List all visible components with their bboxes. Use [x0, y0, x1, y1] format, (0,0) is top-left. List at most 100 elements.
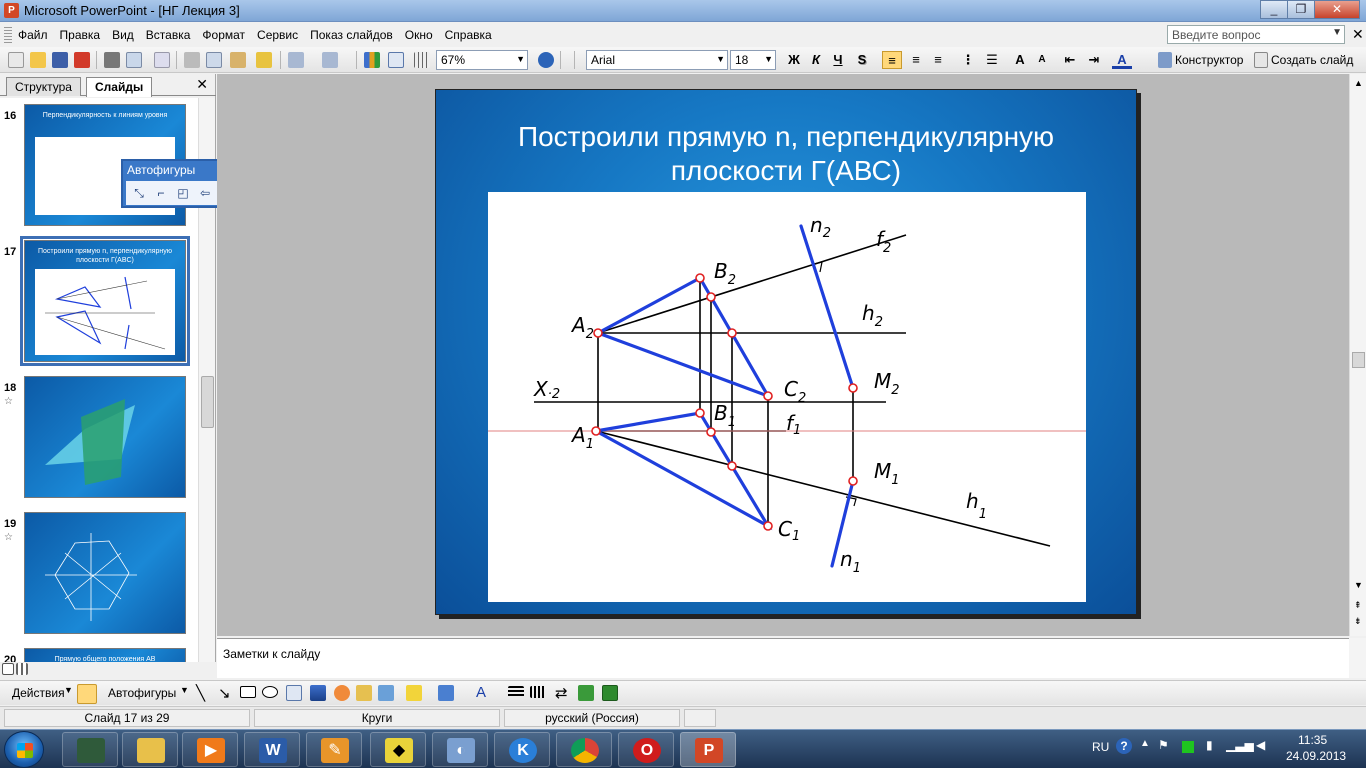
slide-17[interactable]: Построили прямую n, перпендикулярную пло… — [435, 89, 1137, 615]
scroll-down-icon[interactable]: ▼ — [1354, 580, 1363, 590]
textbox-tool-icon[interactable] — [286, 685, 302, 701]
italic-button[interactable]: К — [806, 51, 826, 69]
tray-date[interactable]: 24.09.2013 — [1286, 749, 1346, 763]
slide-sorter-icon[interactable] — [16, 663, 28, 675]
help-icon[interactable] — [538, 52, 554, 68]
tray-signal-icon[interactable]: ▁▃▅ — [1226, 738, 1254, 752]
picture-tool-icon[interactable] — [378, 685, 394, 701]
menu-slideshow[interactable]: Показ слайдов — [304, 24, 399, 46]
taskbar-app-chrome[interactable] — [556, 732, 612, 767]
tray-time[interactable]: 11:35 — [1298, 733, 1327, 747]
insert-table-icon[interactable] — [388, 52, 404, 68]
paste-icon[interactable] — [230, 52, 246, 68]
decrease-font-button[interactable]: A — [1032, 51, 1052, 69]
powerpoint-app-icon[interactable]: P — [4, 3, 19, 18]
line-style-icon[interactable] — [508, 686, 524, 698]
point-m2[interactable] — [848, 383, 858, 393]
autoshapes-menu[interactable]: Автофигуры — [108, 686, 176, 700]
menu-file[interactable]: Файл — [12, 24, 54, 46]
align-center-button[interactable]: ≡ — [906, 51, 926, 69]
slide-thumbnail-18[interactable] — [24, 376, 186, 498]
taskbar-app-k[interactable]: K — [494, 732, 550, 767]
align-right-button[interactable]: ≡ — [928, 51, 948, 69]
lines-icon[interactable]: ⤡ — [128, 183, 150, 203]
line-tool-icon[interactable]: ╲ — [196, 684, 205, 702]
taskbar-app-word[interactable]: W — [244, 732, 300, 767]
slide-editing-area[interactable]: Построили прямую n, перпендикулярную пло… — [217, 74, 1349, 636]
chevron-down-icon[interactable]: ▼ — [180, 685, 189, 695]
insert-chart-icon[interactable] — [364, 52, 380, 68]
taskbar-app-monitor[interactable] — [62, 732, 118, 767]
taskbar-app-drawing[interactable]: ✎ — [306, 732, 362, 767]
menu-grip-icon[interactable] — [4, 26, 12, 43]
point-c1[interactable] — [763, 521, 773, 531]
help-search-input[interactable]: Введите вопрос ▼ — [1167, 25, 1345, 44]
taskbar-app-media-player[interactable]: ▶ — [182, 732, 238, 767]
select-pointer-icon[interactable] — [77, 684, 97, 704]
scrollbar-thumb[interactable] — [201, 376, 214, 428]
print-icon[interactable] — [104, 52, 120, 68]
open-folder-icon[interactable] — [30, 52, 46, 68]
point-b1[interactable] — [695, 408, 705, 418]
print-preview-icon[interactable] — [126, 52, 142, 68]
menu-window[interactable]: Окно — [399, 24, 439, 46]
panel-close-icon[interactable]: ✕ — [196, 76, 208, 93]
chevron-down-icon[interactable]: ▼ — [716, 54, 725, 64]
redo-icon[interactable] — [322, 52, 338, 68]
new-slide-button[interactable]: Создать слайд — [1271, 53, 1353, 67]
underline-button[interactable]: Ч — [828, 51, 848, 69]
fill-color-icon[interactable] — [406, 685, 422, 701]
taskbar-app-batman[interactable]: ◆ — [370, 732, 426, 767]
point-h1bc[interactable] — [727, 461, 737, 471]
point-f2b2[interactable] — [706, 292, 716, 302]
cut-icon[interactable] — [184, 52, 200, 68]
connectors-icon[interactable]: ⌐ — [150, 183, 172, 203]
maximize-button[interactable]: ❐ — [1287, 0, 1315, 19]
tray-volume-icon[interactable]: ◀ — [1256, 738, 1265, 752]
designer-icon[interactable] — [1158, 52, 1172, 68]
point-a1[interactable] — [591, 426, 601, 436]
slide-thumbnail-17[interactable]: Построили прямую n, перпендикулярную пло… — [20, 236, 190, 366]
tray-network-icon[interactable]: ⚑ — [1158, 738, 1169, 752]
menu-view[interactable]: Вид — [106, 24, 140, 46]
new-document-icon[interactable] — [8, 52, 24, 68]
status-design-template[interactable]: Круги — [254, 709, 500, 727]
autoshapes-title[interactable]: Автофигуры — [127, 163, 195, 177]
grid-icon[interactable] — [414, 52, 430, 68]
point-c2[interactable] — [763, 391, 773, 401]
menu-edit[interactable]: Правка — [54, 24, 107, 46]
bullets-button[interactable]: ☰ — [982, 51, 1002, 69]
font-size-select[interactable]: 18 ▼ — [730, 50, 776, 70]
rectangle-tool-icon[interactable] — [240, 686, 256, 698]
notes-pane[interactable]: Заметки к слайду — [217, 638, 1349, 678]
orthographic-construction-drawing[interactable]: n2 f2 B2 h2 A2 X·2 C2 M2 B1 f1 A1 M1 h1 … — [488, 192, 1086, 602]
align-left-button[interactable]: ≡ — [882, 51, 902, 69]
slide-title[interactable]: Построили прямую n, перпендикулярную пло… — [466, 120, 1106, 188]
start-button[interactable] — [4, 731, 44, 768]
shadow-button[interactable]: S — [852, 51, 872, 69]
zoom-select[interactable]: 67% ▼ — [436, 50, 528, 70]
point-a2[interactable] — [593, 328, 603, 338]
decrease-indent-button[interactable]: ⇤ — [1060, 51, 1080, 69]
arrow-style-icon[interactable]: ⇄ — [555, 684, 568, 702]
scrollbar-thumb[interactable] — [1352, 352, 1365, 368]
minimize-button[interactable]: _ — [1260, 0, 1288, 19]
slide-drawing-canvas[interactable]: n2 f2 B2 h2 A2 X·2 C2 M2 B1 f1 A1 M1 h1 … — [488, 192, 1086, 602]
block-arrows-icon[interactable]: ⇦ — [194, 183, 216, 203]
save-icon[interactable] — [52, 52, 68, 68]
slide-thumbnail-19[interactable] — [24, 512, 186, 634]
chevron-down-icon[interactable]: ▼ — [764, 54, 773, 64]
3d-style-icon[interactable] — [602, 685, 618, 701]
actions-menu[interactable]: Действия — [12, 686, 65, 700]
document-close-button[interactable]: ✕ — [1352, 26, 1364, 43]
spelling-icon[interactable] — [154, 52, 170, 68]
font-name-select[interactable]: Arial ▼ — [586, 50, 728, 70]
arrow-tool-icon[interactable]: ↘ — [218, 684, 231, 702]
basic-shapes-icon[interactable]: ◰ — [172, 183, 194, 203]
increase-font-button[interactable]: A — [1010, 51, 1030, 69]
font-color-button[interactable]: A — [1112, 51, 1132, 69]
tray-language[interactable]: RU — [1092, 740, 1109, 754]
menu-insert[interactable]: Вставка — [140, 24, 197, 46]
menu-format[interactable]: Формат — [196, 24, 251, 46]
taskbar-app-explorer[interactable] — [122, 732, 178, 767]
